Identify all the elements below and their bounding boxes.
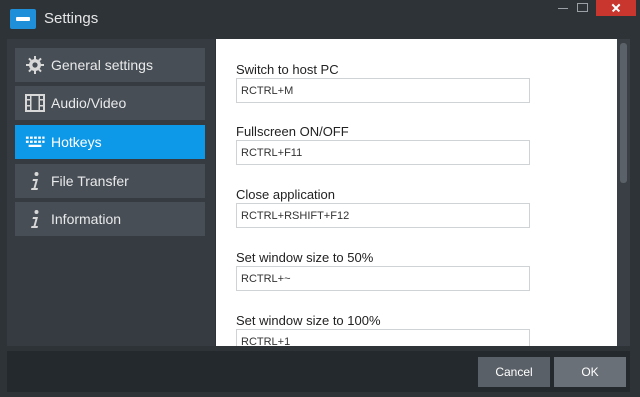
hotkey-input-window-50[interactable] [236, 266, 530, 291]
sidebar-item-hotkeys[interactable]: Hotkeys [15, 125, 205, 159]
hotkey-label: Set window size to 50% [236, 250, 374, 265]
hotkey-label: Switch to host PC [236, 62, 339, 77]
info-icon [25, 209, 45, 229]
sidebar-item-audio-video[interactable]: Audio/Video [15, 86, 205, 120]
hotkey-input-fullscreen[interactable] [236, 140, 530, 165]
hotkey-input-window-100[interactable] [236, 329, 530, 346]
sidebar-item-label: Hotkeys [51, 134, 102, 150]
sidebar-item-label: Audio/Video [51, 95, 127, 111]
dialog-footer: Cancel OK [7, 351, 630, 392]
app-icon [10, 9, 36, 29]
close-button[interactable] [596, 0, 636, 16]
hotkey-input-close-app[interactable] [236, 203, 530, 228]
hotkey-label: Set window size to 100% [236, 313, 381, 328]
hotkey-label: Fullscreen ON/OFF [236, 124, 349, 139]
window-title: Settings [44, 10, 99, 27]
sidebar-item-label: General settings [51, 57, 153, 73]
sidebar-item-general-settings[interactable]: General settings [15, 48, 205, 82]
keyboard-icon [25, 132, 45, 152]
info-icon [25, 171, 45, 191]
scrollbar[interactable] [617, 39, 630, 346]
gear-icon [25, 55, 45, 75]
hotkey-label: Close application [236, 187, 336, 202]
ok-button[interactable]: OK [554, 357, 626, 387]
sidebar-item-label: File Transfer [51, 173, 129, 189]
sidebar-item-file-transfer[interactable]: File Transfer [15, 164, 205, 198]
minimize-button[interactable] [558, 0, 570, 16]
hotkeys-panel: Switch to host PC Fullscreen ON/OFF Clos… [216, 39, 617, 346]
cancel-button[interactable]: Cancel [478, 357, 550, 387]
sidebar-item-information[interactable]: Information [15, 202, 205, 236]
sidebar-item-label: Information [51, 211, 122, 227]
maximize-button[interactable] [577, 0, 589, 16]
film-icon [25, 93, 45, 113]
settings-window: Settings General settings Audio/Video Ho… [0, 0, 640, 397]
scrollbar-thumb[interactable] [620, 43, 627, 183]
sidebar: General settings Audio/Video Hotkeys Fil… [7, 39, 215, 346]
hotkey-input-switch-host[interactable] [236, 78, 530, 103]
title-bar: Settings [0, 0, 640, 38]
